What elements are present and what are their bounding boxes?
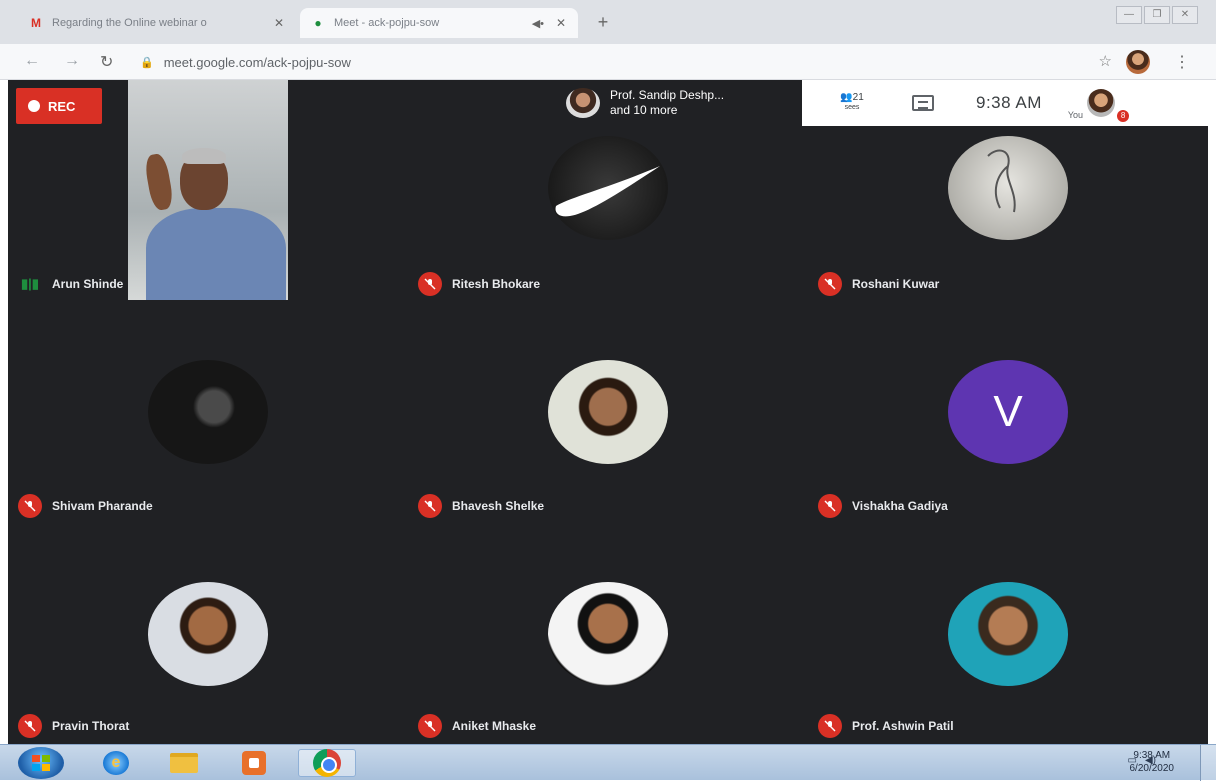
reload-icon[interactable]: ↻: [100, 52, 113, 72]
mic-off-icon: [818, 272, 842, 296]
participant-tile[interactable]: Roshani Kuwar: [808, 80, 1208, 302]
folder-icon: [170, 753, 198, 773]
participant-tile[interactable]: Bhavesh Shelke: [408, 302, 808, 524]
participant-avatar: [548, 136, 668, 240]
participant-avatar: [548, 360, 668, 464]
mic-off-icon: [418, 272, 442, 296]
mic-off-icon: [18, 714, 42, 738]
participant-tile[interactable]: Shivam Pharande: [8, 302, 408, 524]
lock-icon: 🔒: [140, 56, 154, 69]
tab-meet[interactable]: ● Meet - ack-pojpu-sow ◀• ✕: [300, 8, 578, 38]
participant-tile[interactable]: Prof. Ashwin Patil: [808, 524, 1208, 744]
participant-name: Ritesh Bhokare: [452, 277, 541, 291]
close-icon[interactable]: ✕: [272, 16, 286, 30]
forward-arrow-icon[interactable]: →: [64, 52, 80, 70]
participant-avatar: V: [948, 360, 1068, 464]
participant-tile[interactable]: Pravin Thorat: [8, 524, 408, 744]
windows-logo-icon: [32, 755, 50, 771]
participant-avatar: [148, 360, 268, 464]
participant-avatar: [148, 582, 268, 686]
participant-tile[interactable]: Ritesh Bhokare: [408, 80, 808, 302]
participant-name: Vishakha Gadiya: [852, 499, 948, 513]
participant-name: Arun Shinde: [52, 277, 124, 291]
tab-title: Meet - ack-pojpu-sow: [334, 17, 440, 29]
internet-explorer-icon: e: [103, 751, 129, 775]
participant-avatar: [548, 582, 668, 686]
sketch-icon: [987, 149, 1016, 213]
participant-tile[interactable]: V Vishakha Gadiya: [808, 302, 1208, 524]
new-tab-button[interactable]: +: [592, 12, 614, 33]
mic-off-icon: [818, 494, 842, 518]
window-controls: — ❐ ✕: [1116, 6, 1198, 24]
minimize-button[interactable]: —: [1116, 6, 1142, 24]
taskbar: e ▭ ◀) 9:38 AM 6/20/2020: [0, 744, 1216, 781]
show-desktop-button[interactable]: [1200, 745, 1216, 781]
audio-icon[interactable]: ◀•: [532, 17, 544, 30]
media-player-icon: [242, 751, 266, 775]
taskbar-clock[interactable]: 9:38 AM 6/20/2020: [1130, 749, 1175, 775]
bookmark-star-icon[interactable]: ☆: [1099, 52, 1112, 70]
url-text: meet.google.com/ack-pojpu-sow: [163, 54, 351, 70]
taskbar-chrome[interactable]: [298, 749, 356, 777]
chrome-icon: [313, 749, 341, 777]
mic-off-icon: [418, 494, 442, 518]
swoosh-icon: [555, 166, 660, 217]
taskbar-ie[interactable]: e: [96, 749, 136, 777]
participant-tile[interactable]: Aniket Mhaske: [408, 524, 808, 744]
tab-gmail[interactable]: M Regarding the Online webinar o ✕: [18, 8, 296, 38]
browser-tab-strip: M Regarding the Online webinar o ✕ ● Mee…: [0, 0, 1216, 44]
address-bar: ← → ↻ 🔒 meet.google.com/ack-pojpu-sow ☆ …: [0, 44, 1216, 80]
participant-name: Shivam Pharande: [52, 499, 153, 513]
mic-off-icon: [818, 714, 842, 738]
participant-name: Roshani Kuwar: [852, 277, 940, 291]
meet-stage: REC Prof. Sandip Deshp... and 10 more 👥2…: [8, 80, 1208, 744]
start-button[interactable]: [18, 747, 64, 779]
profile-avatar[interactable]: [1126, 50, 1150, 74]
speaking-icon: ▮|▮: [21, 276, 39, 291]
mic-off-icon: [18, 494, 42, 518]
participant-avatar: [948, 136, 1068, 240]
participant-avatar: [948, 582, 1068, 686]
taskbar-explorer[interactable]: [164, 749, 204, 777]
participant-name: Aniket Mhaske: [452, 719, 537, 733]
more-menu-icon[interactable]: ⋮: [1174, 52, 1190, 72]
participant-name: Bhavesh Shelke: [452, 499, 545, 513]
tab-title: Regarding the Online webinar o: [52, 17, 207, 29]
taskbar-media[interactable]: [234, 749, 274, 777]
maximize-button[interactable]: ❐: [1144, 6, 1170, 24]
avatar-initial: V: [993, 387, 1023, 436]
mic-off-icon: [418, 714, 442, 738]
participant-name: Prof. Ashwin Patil: [852, 719, 954, 733]
clock-time: 9:38 AM: [1133, 750, 1171, 761]
participant-tile[interactable]: ▮|▮ Arun Shinde: [8, 80, 408, 302]
participant-name: Pravin Thorat: [52, 719, 130, 733]
gmail-icon: M: [31, 16, 41, 30]
close-icon[interactable]: ✕: [554, 16, 568, 30]
meet-icon: ●: [314, 16, 322, 30]
url-field[interactable]: 🔒 meet.google.com/ack-pojpu-sow: [140, 50, 1080, 74]
clock-date: 6/20/2020: [1129, 763, 1175, 774]
close-window-button[interactable]: ✕: [1172, 6, 1198, 24]
back-arrow-icon[interactable]: ←: [24, 52, 40, 70]
